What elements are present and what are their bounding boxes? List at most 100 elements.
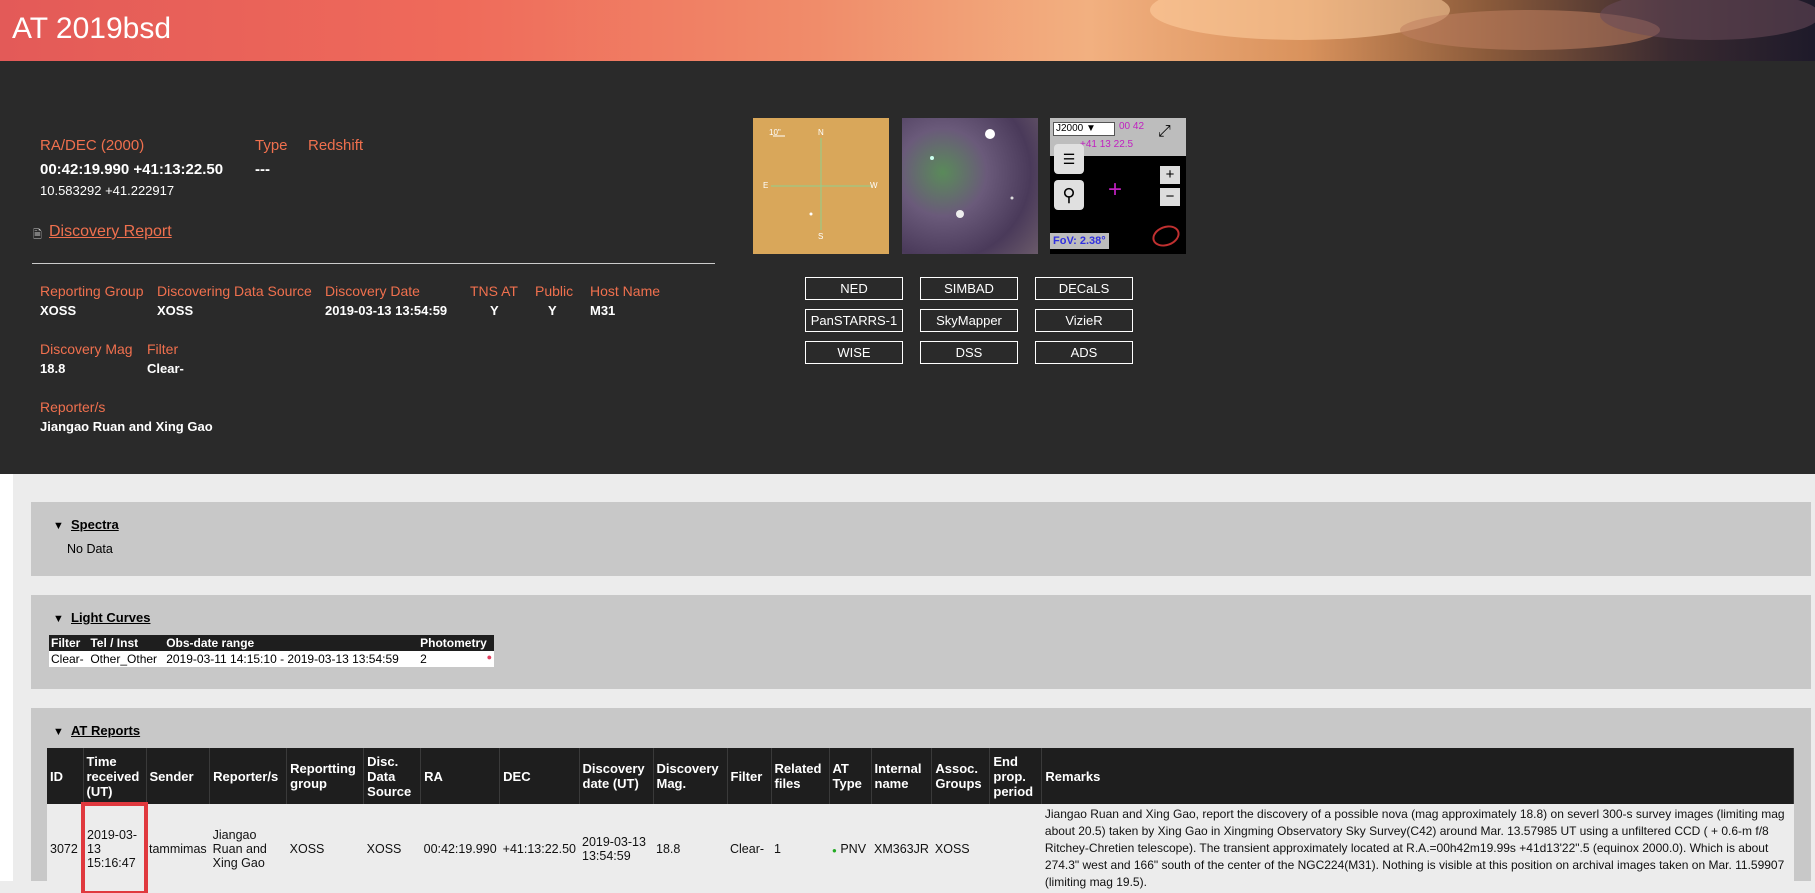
left-gutter bbox=[0, 474, 13, 881]
fullscreen-icon[interactable]: ⤢ bbox=[1158, 123, 1171, 141]
reporting-group-value: XOSS bbox=[40, 303, 77, 318]
public-label: Public bbox=[535, 283, 574, 299]
finder-west: W bbox=[870, 181, 878, 190]
report-mag: 18.8 bbox=[653, 804, 727, 893]
col-header: DEC bbox=[499, 748, 580, 804]
chevron-down-icon[interactable]: ▼ bbox=[53, 520, 64, 532]
col-header: RA bbox=[420, 748, 501, 804]
report-at-type-value: PNV bbox=[840, 841, 867, 856]
decals-link[interactable]: DECaLS bbox=[1035, 277, 1133, 300]
lc-photometry-count: 2 bbox=[420, 652, 427, 666]
page-banner: AT 2019bsd bbox=[0, 0, 1815, 61]
zoom-in-button[interactable]: + bbox=[1160, 166, 1180, 184]
color-cutout-image[interactable] bbox=[902, 118, 1038, 254]
col-header: Remarks bbox=[1041, 748, 1794, 804]
discovery-date-value: 2019-03-13 13:54:59 bbox=[325, 303, 448, 318]
spectra-panel: ▼ Spectra No Data bbox=[31, 502, 1811, 576]
document-icon: 🗎 bbox=[33, 229, 42, 241]
panstarrs-link[interactable]: PanSTARRS-1 bbox=[805, 309, 903, 332]
filter-value: Clear- bbox=[147, 361, 184, 376]
at-reports-panel: ▼ AT Reports ID Time received (UT) Sende… bbox=[31, 708, 1811, 893]
host-name-label: Host Name bbox=[590, 283, 661, 299]
col-header: ID bbox=[47, 748, 84, 804]
discovery-mag-value: 18.8 bbox=[40, 361, 66, 376]
aladin-viewer[interactable]: J2000 ▼ 00 42 +41 13 22.5 ⤢ ☰ ⚲ + − + Fo… bbox=[1050, 118, 1186, 254]
frame-select[interactable]: J2000 ▼ bbox=[1053, 122, 1115, 136]
wise-link[interactable]: WISE bbox=[805, 341, 903, 364]
page-title: AT 2019bsd bbox=[12, 12, 172, 45]
at-reports-table: ID Time received (UT) Sender Reporter/s … bbox=[47, 748, 1794, 893]
finder-north: N bbox=[818, 128, 824, 137]
discovery-report-link[interactable]: Discovery Report bbox=[49, 223, 172, 241]
chevron-down-icon[interactable]: ▼ bbox=[53, 726, 64, 738]
simbad-link[interactable]: SIMBAD bbox=[920, 277, 1018, 300]
report-source: XOSS bbox=[363, 804, 421, 893]
lc-filter: Clear- bbox=[49, 651, 89, 667]
crosshair-icon: + bbox=[1108, 176, 1123, 203]
col-header: Internal name bbox=[871, 748, 933, 804]
report-related-files[interactable]: 1 bbox=[771, 804, 829, 893]
skymapper-link[interactable]: SkyMapper bbox=[920, 309, 1018, 332]
type-label: Type bbox=[255, 137, 288, 154]
col-header: Filter bbox=[727, 748, 772, 804]
discovering-source-label: Discovering Data Source bbox=[157, 283, 312, 299]
col-header: Discovery Mag. bbox=[653, 748, 728, 804]
discovery-mag-label: Discovery Mag bbox=[40, 341, 133, 357]
finder-scale: 10" bbox=[769, 128, 781, 137]
search-icon[interactable]: ⚲ bbox=[1054, 180, 1084, 210]
host-name-value: M31 bbox=[590, 303, 616, 318]
tns-at-label: TNS AT bbox=[470, 283, 518, 299]
report-group: XOSS bbox=[286, 804, 364, 893]
zoom-out-button[interactable]: − bbox=[1160, 188, 1180, 206]
report-internal-name: XM363JR bbox=[871, 804, 932, 893]
finder-south: S bbox=[818, 232, 824, 241]
col-header: AT Type bbox=[829, 748, 872, 804]
light-curves-table: Filter Tel / Inst Obs-date range Photome… bbox=[49, 635, 494, 667]
light-curves-title[interactable]: Light Curves bbox=[71, 610, 150, 625]
report-sender: tammimas bbox=[146, 804, 210, 893]
aladin-coords-dec: +41 13 22.5 bbox=[1080, 139, 1134, 150]
discovery-date-label: Discovery Date bbox=[325, 283, 420, 299]
lc-header: Obs-date range bbox=[164, 635, 419, 651]
layers-icon[interactable]: ☰ bbox=[1054, 144, 1084, 174]
tns-at-value: Y bbox=[490, 303, 499, 318]
ned-link[interactable]: NED bbox=[805, 277, 903, 300]
ads-link[interactable]: ADS bbox=[1035, 341, 1133, 364]
report-id[interactable]: 3072 bbox=[47, 804, 83, 893]
color-cutout-stars bbox=[930, 129, 1014, 218]
report-filter: Clear- bbox=[727, 804, 771, 893]
finder-chart-image[interactable]: 10" N S E W bbox=[753, 118, 889, 254]
col-header: Time received (UT) bbox=[83, 748, 147, 804]
spectra-empty: No Data bbox=[67, 542, 113, 556]
col-header: Reporter/s bbox=[209, 748, 288, 804]
redshift-label: Redshift bbox=[308, 137, 364, 154]
radec-label: RA/DEC (2000) bbox=[40, 137, 145, 154]
radec-decimal: 10.583292 +41.222917 bbox=[40, 183, 175, 198]
report-end-period bbox=[989, 804, 1042, 893]
lc-photometry: 2 ● bbox=[418, 651, 494, 667]
lc-date-range: 2019-03-11 14:15:10 - 2019-03-13 13:54:5… bbox=[164, 651, 419, 667]
radec-sexagesimal: 00:42:19.990 +41:13:22.50 bbox=[40, 161, 224, 178]
light-curves-panel: ▼ Light Curves Filter Tel / Inst Obs-dat… bbox=[31, 595, 1811, 689]
col-header: Assoc. Groups bbox=[931, 748, 991, 804]
type-value: --- bbox=[255, 161, 270, 178]
aladin-coords-ra: 00 42 bbox=[1119, 121, 1145, 132]
reporters-value: Jiangao Ruan and Xing Gao bbox=[40, 419, 213, 434]
spectra-title[interactable]: Spectra bbox=[71, 517, 119, 532]
table-row: Clear- Other_Other 2019-03-11 14:15:10 -… bbox=[49, 651, 494, 667]
dss-link[interactable]: DSS bbox=[920, 341, 1018, 364]
report-dec: +41:13:22.50 bbox=[499, 804, 579, 893]
lc-header: Tel / Inst bbox=[88, 635, 165, 651]
table-row: 3072 2019-03-13 15:16:47 tammimas Jianga… bbox=[47, 802, 1794, 893]
lc-header: Photometry bbox=[418, 635, 494, 651]
vizier-link[interactable]: VizieR bbox=[1035, 309, 1133, 332]
public-value: Y bbox=[548, 303, 557, 318]
lc-header: Filter bbox=[49, 635, 89, 651]
at-reports-title[interactable]: AT Reports bbox=[71, 723, 140, 738]
col-header: Disc. Data Source bbox=[363, 748, 422, 804]
col-header: Related files bbox=[771, 748, 830, 804]
chevron-down-icon[interactable]: ▼ bbox=[53, 613, 64, 625]
galaxy-logo-icon[interactable] bbox=[1149, 221, 1183, 251]
lc-tel-inst: Other_Other bbox=[88, 651, 165, 667]
plot-icon[interactable]: ● bbox=[487, 652, 492, 662]
